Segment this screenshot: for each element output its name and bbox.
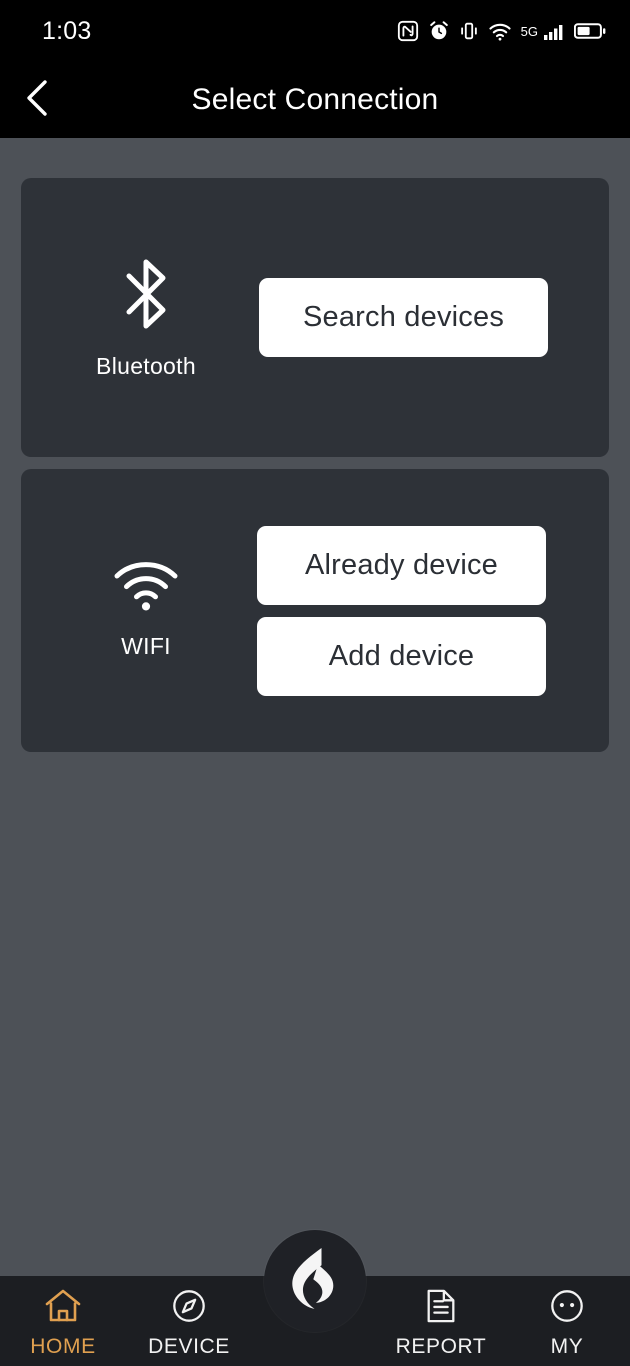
bluetooth-identity: Bluetooth [21, 256, 271, 380]
home-icon [44, 1288, 82, 1329]
nfc-icon [397, 20, 419, 42]
status-time: 1:03 [42, 16, 92, 45]
nav-label-report: REPORT [395, 1334, 487, 1358]
wifi-label: WIFI [121, 632, 171, 659]
nav-label-my: MY [550, 1334, 584, 1358]
bluetooth-icon [117, 256, 175, 337]
wifi-identity: WIFI [21, 561, 271, 660]
bluetooth-actions: Search devices [259, 278, 609, 357]
phone-screen: 1:03 5G Select Connection Bluetooth Sear… [0, 0, 630, 1366]
document-icon [424, 1288, 458, 1329]
nav-item-device[interactable]: DEVICE [126, 1276, 252, 1366]
status-icon-group: 5G [397, 20, 606, 42]
search-devices-button[interactable]: Search devices [259, 278, 548, 357]
network-type-label: 5G [520, 24, 538, 39]
back-button[interactable] [0, 62, 76, 138]
signal-icon [543, 21, 565, 41]
battery-icon [574, 21, 606, 41]
wifi-icon [488, 20, 512, 42]
brand-fab-button[interactable] [264, 1230, 366, 1332]
nav-label-device: DEVICE [148, 1334, 230, 1358]
vibrate-icon [459, 20, 479, 42]
bluetooth-label: Bluetooth [96, 352, 196, 379]
brand-flame-logo-icon [285, 1246, 345, 1317]
status-bar: 1:03 5G [0, 0, 630, 62]
page-title: Select Connection [191, 83, 439, 116]
bottom-navigation: HOME DEVICE REPORT MY [0, 1230, 630, 1366]
face-icon [548, 1288, 586, 1329]
app-bar: Select Connection [0, 62, 630, 138]
add-device-button[interactable]: Add device [257, 616, 546, 696]
connection-card-wifi: WIFI Already device Add device [21, 469, 609, 752]
content-area: Bluetooth Search devices WIFI Already de… [0, 138, 630, 1276]
chevron-left-icon [23, 78, 53, 123]
wifi-actions: Already device Add device [257, 525, 609, 696]
nav-item-report[interactable]: REPORT [378, 1276, 504, 1366]
compass-icon [170, 1288, 208, 1329]
nav-item-home[interactable]: HOME [0, 1276, 126, 1366]
nav-label-home: HOME [30, 1334, 96, 1358]
nav-item-my[interactable]: MY [504, 1276, 630, 1366]
wifi-icon [114, 561, 178, 617]
already-device-button[interactable]: Already device [257, 525, 546, 605]
connection-card-bluetooth: Bluetooth Search devices [21, 178, 609, 457]
alarm-icon [428, 20, 450, 42]
